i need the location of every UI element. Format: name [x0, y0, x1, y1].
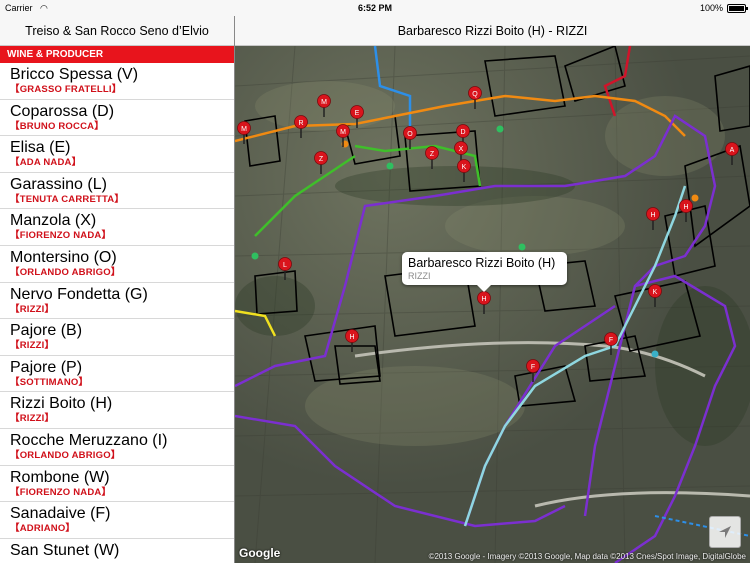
map-pin-label: Z	[319, 156, 324, 163]
list-item[interactable]: Manzola (X) 【FIORENZO NADA】	[0, 209, 234, 246]
wine-name: Rombone (W)	[10, 468, 110, 486]
map-pin-label: F	[531, 364, 535, 371]
wine-name: Pajore (B)	[10, 322, 83, 340]
map-pin-label: O	[407, 131, 413, 138]
map-pin-label: K	[653, 289, 658, 296]
producer-name: 【FIORENZO NADA】	[10, 486, 112, 498]
map-panel: Barbaresco Rizzi Boito (H) - RIZZI M R M…	[235, 16, 750, 563]
wine-list-panel: Treiso & San Rocco Seno d’Elvio WINE & P…	[0, 16, 235, 563]
wine-name: Garassino (L)	[10, 175, 107, 193]
small-marker-icon	[251, 252, 259, 260]
map-pin-label: H	[481, 296, 486, 303]
small-marker-icon	[518, 243, 526, 251]
battery-percentage: 100%	[699, 3, 723, 13]
callout-title: Barbaresco Rizzi Boito (H)	[408, 256, 556, 270]
list-item[interactable]: Coparossa (D) 【BRUNO ROCCA】	[0, 100, 234, 137]
wine-name: Montersino (O)	[10, 248, 117, 266]
wine-name: San Stunet (W)	[10, 541, 120, 559]
map-pin-label: X	[459, 146, 464, 153]
map-pin-label: H	[683, 204, 688, 211]
producer-name: 【ORLANDO ABRIGO】	[10, 266, 121, 278]
map-pin-label: M	[321, 99, 327, 106]
map-pin-label: M	[241, 126, 247, 133]
producer-name: 【TENUTA CARRETTA】	[10, 193, 125, 205]
wine-name: Nervo Fondetta (G)	[10, 285, 148, 303]
map-pin-label: H	[650, 212, 655, 219]
wine-name: Rocche Meruzzano (I)	[10, 431, 168, 449]
section-header: WINE & PRODUCER	[0, 46, 234, 63]
wine-list: Bricco Spessa (V) 【GRASSO FRATELLI】 Copar…	[0, 63, 234, 563]
battery-icon	[727, 4, 748, 13]
map-pin-label: A	[730, 147, 735, 154]
list-item[interactable]: Rizzi Boito (H) 【RIZZI】	[0, 392, 234, 429]
small-marker-icon	[651, 350, 659, 358]
list-item[interactable]: Rocche Meruzzano (I) 【ORLANDO ABRIGO】	[0, 429, 234, 466]
pin-callout[interactable]: Barbaresco Rizzi Boito (H) RIZZI	[402, 252, 567, 292]
wine-name: Manzola (X)	[10, 212, 97, 230]
status-bar: Carrier ◠ 6:52 PM 100%	[0, 0, 750, 16]
map-pin-label: D	[460, 129, 465, 136]
list-item[interactable]: Bricco Spessa (V) 【GRASSO FRATELLI】	[0, 63, 234, 100]
producer-name: 【FIORENZO NADA】	[10, 230, 112, 242]
list-item[interactable]: Garassino (L) 【TENUTA CARRETTA】	[0, 173, 234, 210]
wine-name: Coparossa (D)	[10, 102, 115, 120]
map-canvas[interactable]: M R M E M Z O Q D X Z K A H H L H K H F F	[235, 46, 750, 563]
small-marker-icon	[386, 162, 394, 170]
wine-name: Rizzi Boito (H)	[10, 395, 113, 413]
producer-name: 【SOTTIMANO】	[10, 376, 89, 388]
list-item[interactable]: Pajore (P) 【SOTTIMANO】	[0, 356, 234, 393]
map-pin-label: H	[349, 334, 354, 341]
producer-name: 【RIZZI】	[10, 303, 55, 315]
list-item[interactable]: Rombone (W) 【FIORENZO NADA】	[0, 466, 234, 503]
wine-name: Pajore (P)	[10, 358, 83, 376]
list-item[interactable]: Pajore (B) 【RIZZI】	[0, 319, 234, 356]
map-pin-label: E	[355, 110, 360, 117]
producer-name: 【ADRIANO】	[10, 523, 76, 535]
producer-name: 【ORLANDO ABRIGO】	[10, 449, 121, 461]
map-pin-label: Z	[430, 151, 435, 158]
map-pin-label: R	[298, 120, 303, 127]
list-item[interactable]: Nervo Fondetta (G) 【RIZZI】	[0, 283, 234, 320]
small-marker-icon	[691, 194, 699, 202]
map-copyright: ©2013 Google - Imagery ©2013 Google, Map…	[428, 552, 746, 561]
list-item[interactable]: Elisa (E) 【ADA NADA】	[0, 136, 234, 173]
map-pin-label: K	[462, 164, 467, 171]
list-item[interactable]: Sanadaive (F) 【ADRIANO】	[0, 502, 234, 539]
list-item[interactable]: Montersino (O) 【ORLANDO ABRIGO】	[0, 246, 234, 283]
producer-name: 【GRASSO FRATELLI】	[10, 84, 122, 95]
producer-name: 【RIZZI】	[10, 340, 55, 352]
left-nav-title: Treiso & San Rocco Seno d’Elvio	[0, 16, 234, 46]
small-marker-icon	[496, 125, 504, 133]
callout-subtitle: RIZZI	[408, 271, 431, 281]
location-arrow-icon	[719, 526, 731, 538]
producer-name: 【ADA NADA】	[10, 157, 82, 169]
list-item[interactable]: San Stunet (W)	[0, 539, 234, 563]
satellite-map[interactable]: M R M E M Z O Q D X Z K A H H L H K H F F Barbaresco Rizzi B…	[235, 46, 750, 563]
producer-name: 【RIZZI】	[10, 413, 55, 425]
wine-name: Sanadaive (F)	[10, 505, 111, 523]
locate-me-button[interactable]	[709, 516, 741, 548]
map-pin-label: M	[340, 129, 346, 136]
producer-name: 【BRUNO ROCCA】	[10, 120, 104, 132]
wine-name: Bricco Spessa (V)	[10, 66, 139, 83]
map-nav-title: Barbaresco Rizzi Boito (H) - RIZZI	[235, 16, 750, 46]
map-pin-label: F	[609, 337, 613, 344]
wine-name: Elisa (E)	[10, 139, 71, 157]
google-logo: Google	[239, 546, 281, 560]
map-pin-label: L	[283, 262, 287, 269]
clock: 6:52 PM	[357, 3, 392, 13]
map-pin-label: Q	[472, 91, 478, 98]
